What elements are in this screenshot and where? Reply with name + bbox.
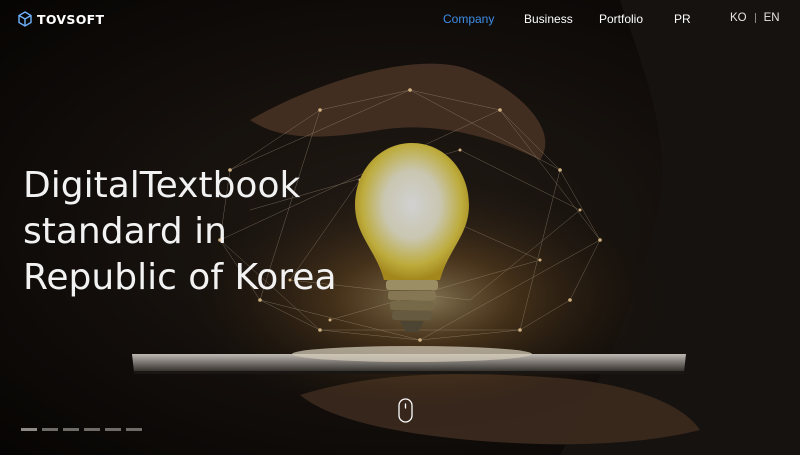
- nav-item-pr[interactable]: PR: [674, 12, 691, 26]
- headline-line-1: DigitalTextbook: [23, 165, 301, 206]
- lang-en[interactable]: EN: [764, 12, 780, 24]
- nav-item-portfolio[interactable]: Portfolio: [599, 12, 643, 26]
- nav-item-business[interactable]: Business: [524, 12, 573, 26]
- slider-dot-4[interactable]: [84, 428, 100, 431]
- headline-line-2: standard in: [23, 211, 227, 252]
- slider-dot-5[interactable]: [105, 428, 121, 431]
- slider-dot-1[interactable]: [21, 428, 37, 431]
- language-switcher: KO EN: [730, 12, 780, 24]
- headline-line-3: Republic of Korea: [23, 257, 337, 298]
- hero-headline: DigitalTextbook standard in Republic of …: [23, 163, 337, 301]
- lang-divider: [754, 13, 756, 23]
- slider-pagination: [21, 428, 142, 431]
- lang-ko[interactable]: KO: [730, 12, 747, 24]
- nav-item-company[interactable]: Company: [443, 12, 494, 26]
- top-navigation-bar: TOVSOFT Company Business Portfolio PR KO…: [0, 0, 800, 40]
- slider-dot-3[interactable]: [63, 428, 79, 431]
- hero-section: TOVSOFT Company Business Portfolio PR KO…: [0, 0, 800, 455]
- slider-dot-2[interactable]: [42, 428, 58, 431]
- mouse-scroll-icon[interactable]: [398, 398, 413, 423]
- slider-dot-6[interactable]: [126, 428, 142, 431]
- main-nav: Company Business Portfolio PR: [0, 12, 800, 30]
